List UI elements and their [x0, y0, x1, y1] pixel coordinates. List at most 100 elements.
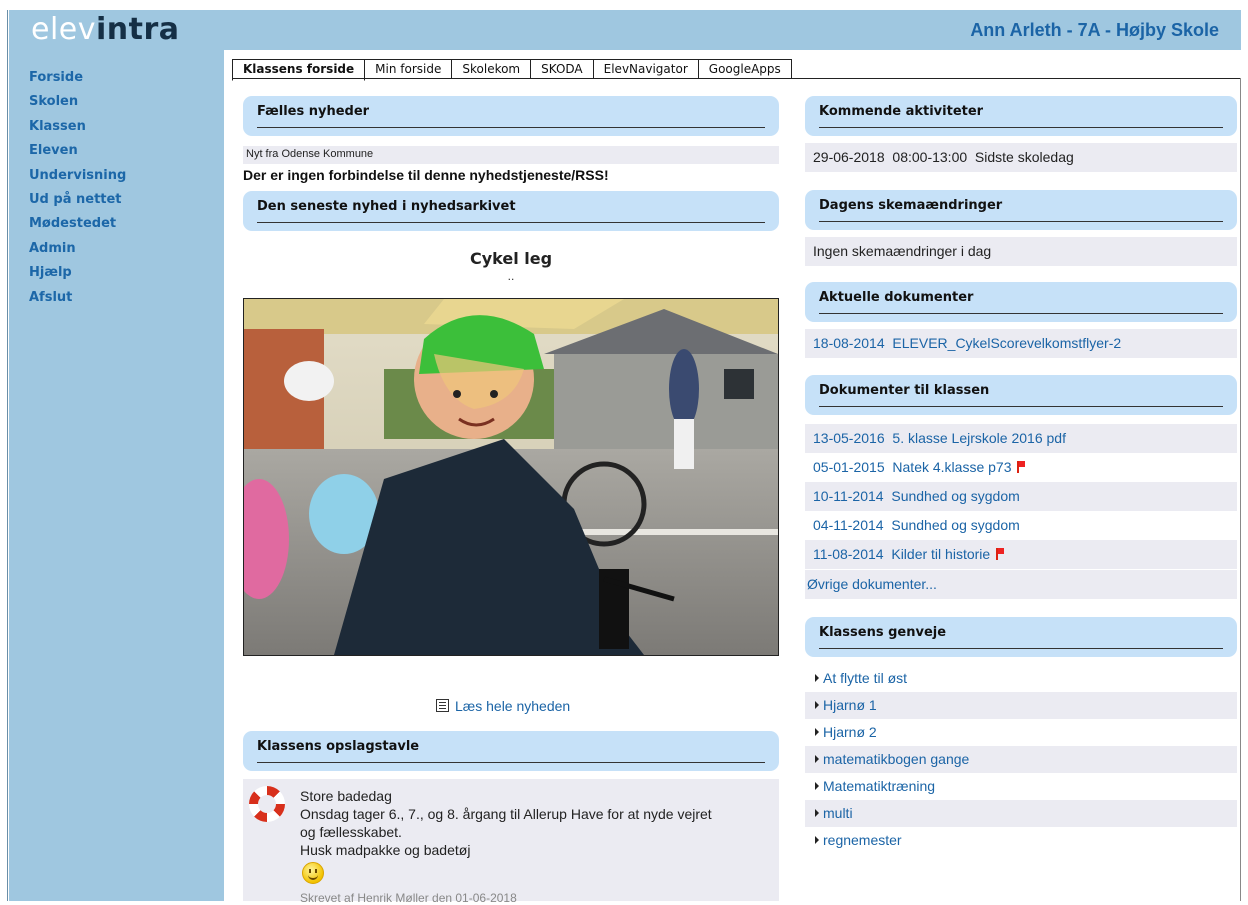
schedule-row: Ingen skemaændringer i dag: [805, 237, 1237, 266]
current-docs-heading: Aktuelle dokumenter: [819, 290, 974, 305]
tab-elevnavigator[interactable]: ElevNavigator: [593, 59, 699, 79]
logo-part-intra: intra: [96, 12, 180, 47]
triangle-right-icon: [815, 728, 819, 736]
doc-title[interactable]: Natek 4.klasse p73: [892, 459, 1011, 475]
elevintra-logo[interactable]: elevintra: [31, 10, 180, 50]
doc-title[interactable]: Sundhed og sygdom: [891, 488, 1019, 504]
tab-skoda[interactable]: SKODA: [531, 59, 594, 79]
schedule-text: Ingen skemaændringer i dag: [813, 243, 992, 259]
activity-time: 08:00-13:00: [892, 149, 968, 165]
class-doc-row[interactable]: 05-01-2015 Natek 4.klasse p73: [805, 453, 1237, 482]
sidebar-item-admin[interactable]: Admin: [29, 237, 224, 261]
sidebar: Forside Skolen Klassen Eleven Undervisning Ud…: [9, 50, 224, 901]
doc-date: 13-05-2016: [813, 430, 885, 446]
post-line-1: Onsdag tager 6., 7., og 8. årgang til Al…: [300, 806, 712, 822]
shortcut-label: At flytte til øst: [823, 670, 908, 686]
news-source: Nyt fra Odense Kommune: [246, 148, 374, 160]
class-docs-header: Dokumenter til klassen: [805, 375, 1237, 415]
shortcuts-header: Klassens genveje: [805, 617, 1237, 657]
document-icon: [436, 699, 449, 712]
shortcut-item[interactable]: Hjarnø 1: [805, 692, 1237, 719]
activity-date: 29-06-2018: [813, 149, 885, 165]
news-ellipsis: ..: [507, 269, 515, 283]
triangle-right-icon: [815, 782, 819, 790]
sidebar-nav: Forside Skolen Klassen Eleven Undervisning Ud…: [9, 50, 224, 310]
shortcut-item[interactable]: Matematiktræning: [805, 773, 1237, 800]
class-doc-row[interactable]: 04-11-2014 Sundhed og sygdom: [805, 511, 1237, 540]
shortcut-label: Matematiktræning: [823, 778, 936, 794]
sidebar-item-skolen[interactable]: Skolen: [29, 90, 224, 114]
doc-title[interactable]: Kilder til historie: [891, 546, 990, 562]
doc-date: 05-01-2015: [813, 459, 885, 475]
sidebar-item-mødestedet[interactable]: Mødestedet: [29, 212, 224, 236]
tab-bar: Klassens forside Min forside Skolekom SKODA…: [232, 59, 792, 81]
sidebar-item-afslut[interactable]: Afslut: [29, 286, 224, 310]
shortcut-label: regnemester: [823, 832, 902, 848]
read-more-label: Læs hele nyheden: [455, 698, 571, 714]
tab-bar-divider: [232, 78, 1240, 79]
smiley-icon: [302, 862, 324, 884]
shortcut-label: Hjarnø 1: [823, 697, 877, 713]
post-title: Store badedag: [300, 788, 392, 804]
shortcut-item[interactable]: multi: [805, 800, 1237, 827]
sidebar-item-ud-på-nettet[interactable]: Ud på nettet: [29, 188, 224, 212]
red-flag-icon: [1017, 461, 1027, 473]
window-top-border: [0, 0, 1248, 10]
triangle-right-icon: [815, 836, 819, 844]
activity-text: Sidste skoledag: [974, 149, 1074, 165]
read-more-link[interactable]: Læs hele nyheden: [436, 698, 570, 714]
board-heading: Klassens opslagstavle: [257, 739, 420, 754]
shortcut-item[interactable]: regnemester: [805, 827, 1237, 854]
activities-heading: Kommende aktiviteter: [819, 104, 984, 119]
red-flag-icon: [996, 548, 1006, 560]
shortcut-item[interactable]: matematikbogen gange: [805, 746, 1237, 773]
doc-date: 18-08-2014: [813, 335, 885, 351]
doc-date: 04-11-2014: [813, 517, 884, 533]
kids-cycling-photo: [244, 299, 778, 655]
class-docs-heading: Dokumenter til klassen: [819, 383, 990, 398]
latest-news-heading: Den seneste nyhed i nyhedsarkivet: [257, 199, 516, 214]
class-doc-row[interactable]: 13-05-2016 5. klasse Lejrskole 2016 pdf: [805, 424, 1237, 453]
current-doc-row[interactable]: 18-08-2014 ELEVER_CykelScorevelkomstflye…: [805, 329, 1237, 358]
activities-header: Kommende aktiviteter: [805, 96, 1237, 136]
more-documents-row: Øvrige dokumenter...: [805, 570, 1237, 599]
current-docs-header: Aktuelle dokumenter: [805, 282, 1237, 322]
triangle-right-icon: [815, 701, 819, 709]
sidebar-item-hjælp[interactable]: Hjælp: [29, 261, 224, 285]
schedule-heading: Dagens skemaændringer: [819, 198, 1003, 213]
top-header: elevintra Ann Arleth - 7A - Højby Skole: [9, 10, 1241, 50]
tab-skolekom[interactable]: Skolekom: [452, 59, 532, 79]
shortcut-item[interactable]: At flytte til øst: [805, 665, 1237, 692]
post-line-2: og fællesskabet.: [300, 824, 402, 840]
shortcut-label: multi: [823, 805, 853, 821]
user-school-label: Ann Arleth - 7A - Højby Skole: [970, 20, 1219, 40]
more-documents-link[interactable]: Øvrige dokumenter...: [807, 576, 937, 592]
post-line-3: Husk madpakke og badetøj: [300, 842, 471, 858]
news-heading: Fælles nyheder: [257, 104, 370, 119]
post-footer: Skrevet af Henrik Møller den 01-06-2018: [300, 891, 517, 905]
news-photo[interactable]: [243, 298, 779, 656]
activity-row: 29-06-2018 08:00-13:00 Sidste skoledag: [805, 143, 1237, 172]
shortcut-label: Hjarnø 2: [823, 724, 877, 740]
latest-news-header: Den seneste nyhed i nyhedsarkivet: [243, 191, 779, 231]
sidebar-item-forside[interactable]: Forside: [29, 66, 224, 90]
class-doc-row[interactable]: 11-08-2014 Kilder til historie: [805, 540, 1237, 569]
sidebar-item-eleven[interactable]: Eleven: [29, 139, 224, 163]
doc-title[interactable]: ELEVER_CykelScorevelkomstflyer-2: [892, 335, 1121, 351]
doc-title[interactable]: 5. klasse Lejrskole 2016 pdf: [892, 430, 1066, 446]
schedule-header: Dagens skemaændringer: [805, 190, 1237, 230]
lifebuoy-icon: [249, 786, 285, 822]
tab-googleapps[interactable]: GoogleApps: [698, 59, 792, 79]
shortcut-item[interactable]: Hjarnø 2: [805, 719, 1237, 746]
logo-part-elev: elev: [31, 12, 97, 47]
news-header: Fælles nyheder: [243, 96, 779, 136]
doc-title[interactable]: Sundhed og sygdom: [891, 517, 1019, 533]
triangle-right-icon: [815, 755, 819, 763]
content-right-border: [1240, 78, 1241, 901]
shortcut-label: matematikbogen gange: [823, 751, 970, 767]
shortcuts-heading: Klassens genveje: [819, 625, 947, 640]
class-doc-row[interactable]: 10-11-2014 Sundhed og sygdom: [805, 482, 1237, 511]
sidebar-item-undervisning[interactable]: Undervisning: [29, 164, 224, 188]
sidebar-item-klassen[interactable]: Klassen: [29, 115, 224, 139]
tab-min-forside[interactable]: Min forside: [365, 59, 453, 79]
